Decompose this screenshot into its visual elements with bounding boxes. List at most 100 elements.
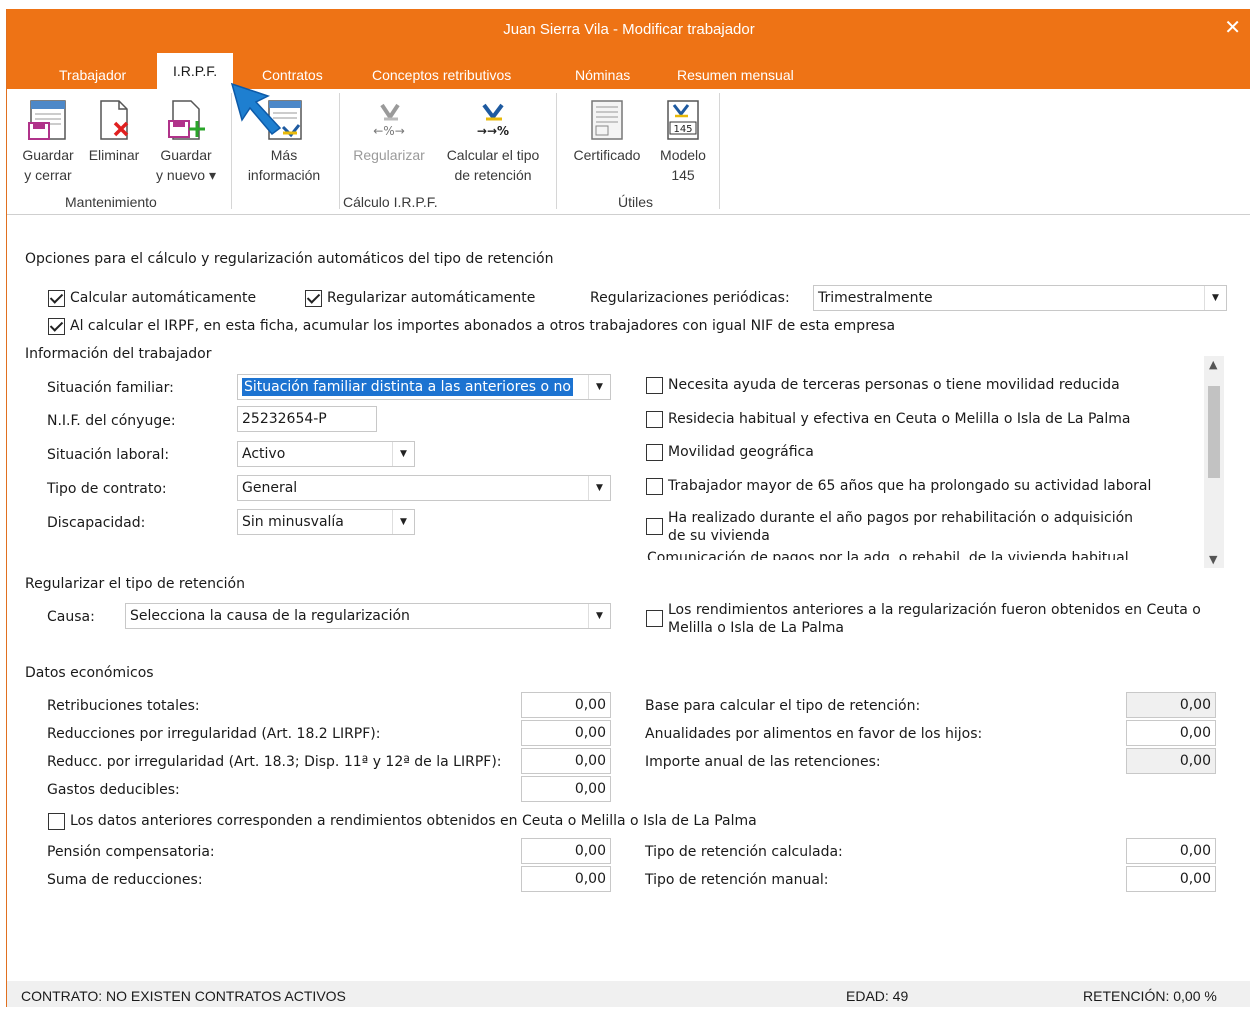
ribbon-separator [556, 93, 557, 209]
more-info-label-1: Más [270, 147, 298, 163]
delete-label: Eliminar [88, 147, 140, 163]
deductible-expenses-input[interactable]: 0,00 [521, 776, 611, 802]
employment-status-select[interactable]: Activo ▼ [237, 441, 415, 467]
info-scrollbar[interactable]: ▲ ▼ [1204, 356, 1224, 568]
calculated-rate-input[interactable]: 0,00 [1126, 838, 1216, 864]
spouse-nif-input[interactable]: 25232654-P [237, 406, 377, 432]
svg-text:→→%: →→% [477, 124, 509, 138]
geographic-mobility-checkbox[interactable] [646, 444, 663, 461]
contract-type-select[interactable]: General ▼ [237, 475, 611, 501]
tab-trabajador[interactable]: Trabajador [53, 61, 132, 89]
periodic-regularization-select[interactable]: Trimestralmente ▼ [813, 285, 1227, 311]
third-party-help-checkbox[interactable] [646, 377, 663, 394]
sum-reductions-input[interactable]: 0,00 [521, 866, 611, 892]
regularize-auto-checkbox[interactable] [305, 290, 322, 307]
previous-ceuta-label-2: Melilla o Isla de La Palma [668, 620, 844, 636]
regularize-button[interactable]: ←%→ Regularizar [347, 97, 431, 165]
chevron-down-icon[interactable]: ▼ [392, 442, 414, 466]
previous-ceuta-label-1: Los rendimientos anteriores a la regular… [668, 602, 1201, 618]
calculate-percent-icon: →→% [477, 103, 509, 138]
total-remuneration-input[interactable]: 0,00 [521, 692, 611, 718]
tab-bar: Trabajador I.R.P.F. Contratos Conceptos … [7, 53, 1250, 89]
ribbon-separator [719, 93, 720, 209]
save-close-label-1: Guardar [22, 147, 74, 163]
ceuta-residence-checkbox[interactable] [646, 411, 663, 428]
scroll-down-icon[interactable]: ▼ [1209, 553, 1217, 566]
irregularity-reduction-label: Reducciones por irregularidad (Art. 18.2… [47, 726, 381, 742]
chevron-down-icon[interactable]: ▼ [1204, 286, 1226, 310]
housing-payments-checkbox[interactable] [646, 518, 663, 535]
group-utiles: Útiles [618, 194, 654, 210]
tab-conceptos-retributivos[interactable]: Conceptos retributivos [366, 61, 517, 89]
certificate-button[interactable]: Certificado [565, 97, 649, 165]
save-new-label-2: y nuevo ▾ [156, 167, 216, 183]
compensatory-pension-label: Pensión compensatoria: [47, 844, 215, 860]
svg-text:←%→: ←%→ [373, 124, 405, 138]
calculate-auto-checkbox[interactable] [48, 290, 65, 307]
irregularity-reduction-18-3-label: Reducc. por irregularidad (Art. 18.3; Di… [47, 754, 502, 770]
save-new-label-1: Guardar [160, 147, 212, 163]
status-bar: CONTRATO: NO EXISTEN CONTRATOS ACTIVOS E… [7, 981, 1250, 1007]
certificate-icon [591, 100, 623, 140]
periodic-regularization-label: Regularizaciones periódicas: [590, 290, 790, 306]
calculate-auto-label: Calcular automáticamente [70, 290, 257, 306]
family-situation-value: Situación familiar distinta a las anteri… [242, 378, 573, 396]
accumulate-nif-checkbox[interactable] [48, 318, 65, 335]
tab-resumen-mensual[interactable]: Resumen mensual [671, 61, 800, 89]
manual-rate-label: Tipo de retención manual: [645, 872, 829, 888]
save-close-icon [28, 100, 66, 140]
economic-ceuta-label: Los datos anteriores corresponden a rend… [70, 813, 757, 829]
annual-withholdings-label: Importe anual de las retenciones: [645, 754, 881, 770]
group-mantenimiento: Mantenimiento [65, 194, 157, 210]
delete-button[interactable]: Eliminar [83, 97, 145, 165]
regularize-auto-label: Regularizar automáticamente [327, 290, 536, 306]
cut-text-clip: Comunicación de pagos por la adq. o reha… [643, 550, 1203, 560]
disability-label: Discapacidad: [47, 515, 146, 531]
group-calculo-irpf: Cálculo I.R.P.F. [343, 194, 438, 210]
economic-section-title: Datos económicos [25, 665, 154, 681]
over-65-checkbox[interactable] [646, 478, 663, 495]
economic-ceuta-checkbox[interactable] [48, 813, 65, 830]
disability-select[interactable]: Sin minusvalía ▼ [237, 509, 415, 535]
irpf-content: Opciones para el cálculo y regularizació… [7, 216, 1250, 981]
housing-payments-label-1: Ha realizado durante el año pagos por re… [668, 510, 1134, 526]
employment-status-label: Situación laboral: [47, 447, 170, 463]
child-support-label: Anualidades por alimentos en favor de lo… [645, 726, 983, 742]
child-support-input[interactable]: 0,00 [1126, 720, 1216, 746]
deductible-expenses-label: Gastos deducibles: [47, 782, 180, 798]
cause-select[interactable]: Selecciona la causa de la regularización… [125, 603, 611, 629]
family-situation-select[interactable]: Situación familiar distinta a las anteri… [237, 374, 611, 400]
previous-ceuta-checkbox[interactable] [646, 610, 663, 627]
periodic-regularization-value: Trimestralmente [818, 290, 933, 306]
regularize-percent-icon: ←%→ [373, 103, 405, 138]
irregularity-reduction-18-3-input[interactable]: 0,00 [521, 748, 611, 774]
scrollbar-thumb[interactable] [1208, 386, 1220, 478]
tab-nominas[interactable]: Nóminas [569, 61, 636, 89]
model-145-label-2: 145 [671, 167, 695, 183]
save-new-button[interactable]: Guardar y nuevo ▾ [148, 97, 224, 185]
chevron-down-icon[interactable]: ▼ [588, 604, 610, 628]
pointer-cursor-icon [230, 82, 282, 136]
spouse-nif-label: N.I.F. del cónyuge: [47, 413, 176, 429]
irregularity-reduction-input[interactable]: 0,00 [521, 720, 611, 746]
model-145-icon: 145 [667, 100, 699, 140]
chevron-down-icon[interactable]: ▼ [588, 375, 610, 399]
options-section-title: Opciones para el cálculo y regularizació… [25, 251, 554, 267]
tab-irpf[interactable]: I.R.P.F. [157, 53, 234, 89]
close-icon[interactable]: ✕ [1224, 15, 1241, 39]
calculate-rate-button[interactable]: →→% Calcular el tipo de retención [435, 97, 551, 185]
model-145-label-1: Modelo [660, 147, 706, 163]
housing-payments-label-2: de su vivienda [668, 528, 770, 544]
delete-icon [100, 100, 129, 140]
chevron-down-icon[interactable]: ▼ [392, 510, 414, 534]
calculated-rate-label: Tipo de retención calculada: [645, 844, 843, 860]
scroll-up-icon[interactable]: ▲ [1209, 358, 1217, 371]
manual-rate-input[interactable]: 0,00 [1126, 866, 1216, 892]
contract-type-label: Tipo de contrato: [47, 481, 167, 497]
third-party-help-label: Necesita ayuda de terceras personas o ti… [668, 377, 1120, 393]
save-close-button[interactable]: Guardar y cerrar [15, 97, 81, 185]
compensatory-pension-input[interactable]: 0,00 [521, 838, 611, 864]
withholding-base-label: Base para calcular el tipo de retención: [645, 698, 921, 714]
chevron-down-icon[interactable]: ▼ [588, 476, 610, 500]
model-145-button[interactable]: 145 Modelo 145 [651, 97, 715, 185]
